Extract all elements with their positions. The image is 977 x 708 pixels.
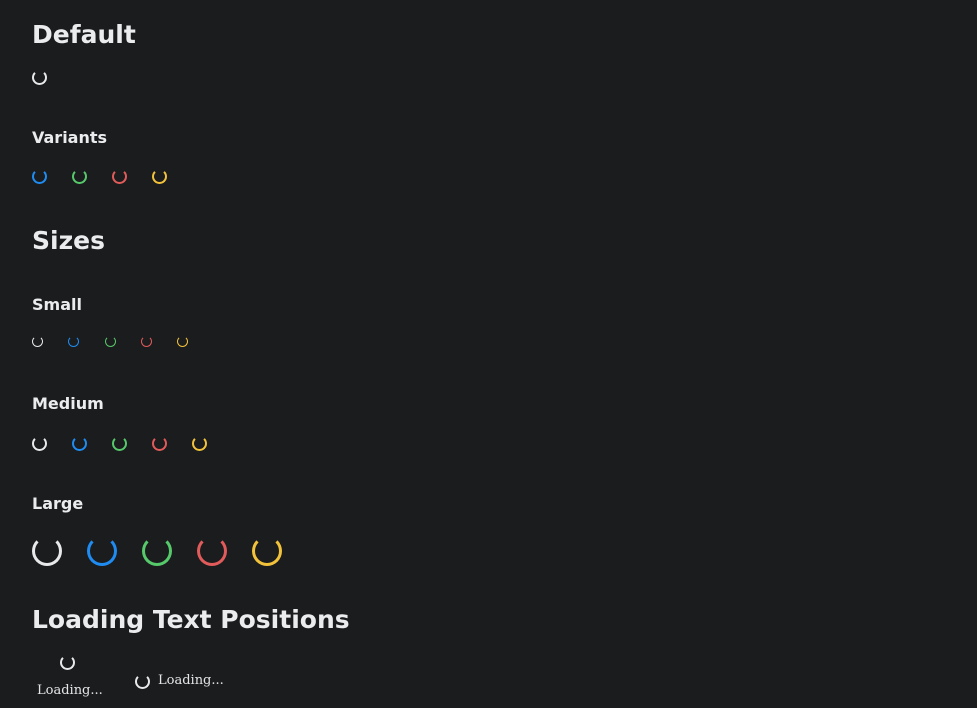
spinner-medium-danger-icon (152, 436, 167, 451)
spinner-medium-warning-icon (192, 436, 207, 451)
subsection-title-medium: Medium (32, 394, 104, 413)
section-title-default: Default (32, 20, 136, 49)
spinner-large-danger-icon (197, 536, 227, 566)
spinner-medium-default-icon (32, 436, 47, 451)
spinner-small-success-icon (105, 336, 116, 347)
spinner-large-success-icon (142, 536, 172, 566)
spinner-small-default-icon (32, 336, 43, 347)
spinner-small-danger-icon (141, 336, 152, 347)
spinner-warning-icon (152, 169, 167, 184)
spinner-primary-icon (32, 169, 47, 184)
spinner-success-icon (72, 169, 87, 184)
subsection-title-small: Small (32, 295, 82, 314)
section-title-loading-text-positions: Loading Text Positions (32, 605, 350, 634)
loading-text-below: Loading... (37, 683, 103, 698)
subsection-title-large: Large (32, 494, 84, 513)
spinner-small-primary-icon (68, 336, 79, 347)
spinner-icon (135, 674, 150, 689)
loading-text-right: Loading... (158, 673, 224, 688)
spinner-danger-icon (112, 169, 127, 184)
section-title-sizes: Sizes (32, 226, 105, 255)
spinner-small-warning-icon (177, 336, 188, 347)
spinner-large-primary-icon (87, 536, 117, 566)
spinner-icon (60, 655, 75, 670)
spinner-medium-primary-icon (72, 436, 87, 451)
spinner-large-warning-icon (252, 536, 282, 566)
spinner-medium-success-icon (112, 436, 127, 451)
subsection-title-variants: Variants (32, 128, 108, 147)
spinner-large-default-icon (32, 536, 62, 566)
spinner-icon (32, 70, 47, 85)
